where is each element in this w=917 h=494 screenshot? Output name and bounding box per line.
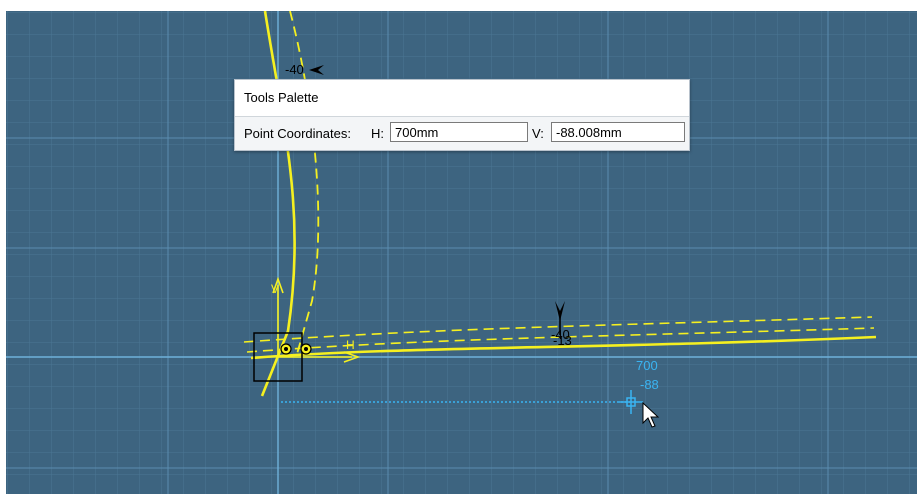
v-label: V: [532,126,544,141]
h-coordinate-input[interactable] [390,122,528,142]
h-label: H: [371,126,384,141]
cursor-v-readout: -88 [640,377,659,392]
axis-h-label: H [346,338,355,352]
axis-v-label: V [271,282,279,296]
tools-palette[interactable]: Tools Palette Point Coordinates: H: V: [234,79,690,151]
tools-palette-title[interactable]: Tools Palette [235,80,689,117]
v-coordinate-input[interactable] [551,122,685,142]
cursor-h-readout: 700 [636,358,658,373]
point-coordinates-label: Point Coordinates: [244,126,351,141]
dimension-text-top[interactable]: -40 [285,62,304,77]
dimension-text-mid-b[interactable]: -13 [553,333,572,348]
point-coordinates-row: Point Coordinates: H: V: [235,117,689,150]
